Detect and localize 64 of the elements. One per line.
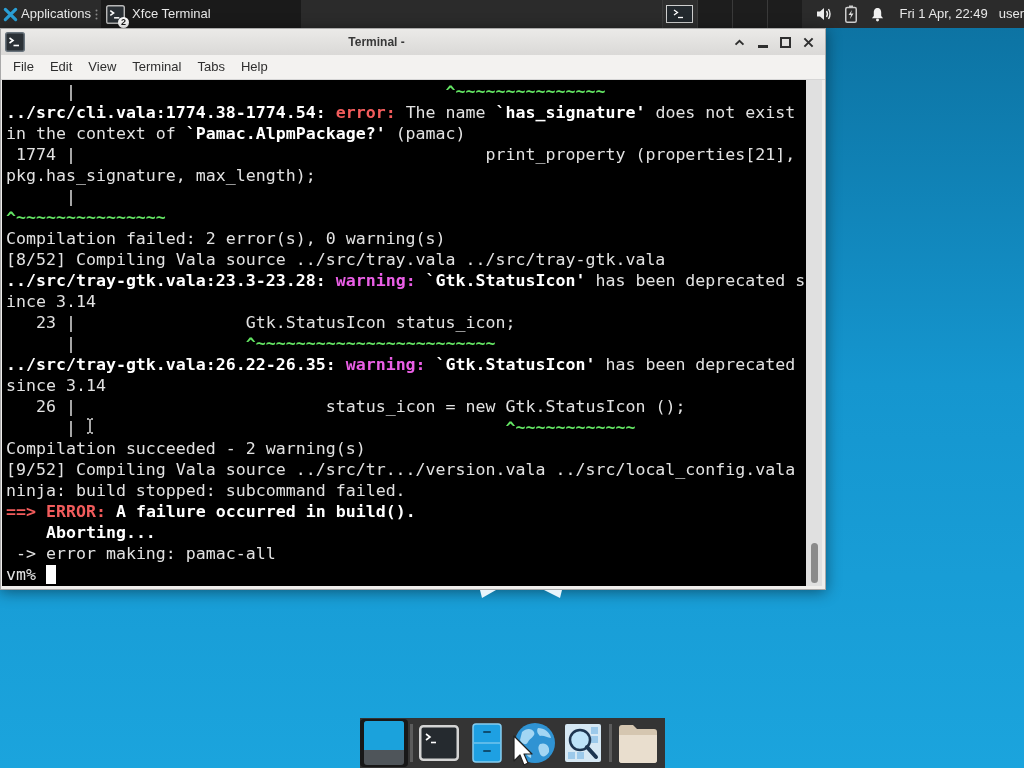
terminal-icon	[5, 32, 25, 52]
terminal-text: -> error making: pamac-all	[16, 544, 276, 563]
terminal-text: |	[65, 82, 76, 101]
terminal-text: [8/52] Compiling Vala source ../src/tray.vala ../src/tray-gtk.vala	[6, 250, 666, 269]
menu-item[interactable]: File	[5, 55, 42, 79]
menu-item[interactable]: Edit	[41, 55, 81, 79]
chevron-up-icon	[734, 38, 745, 46]
terminal-text: ../src/cli.vala:1774.38-1774.54: error: The name `has_signature' does not exist	[6, 103, 796, 122]
minimize-icon	[757, 45, 768, 48]
folder-icon	[617, 722, 659, 764]
menu-item[interactable]: Help	[232, 55, 276, 79]
window-count-badge: 2	[118, 16, 130, 28]
maximize-icon	[780, 36, 791, 48]
terminal-text: ==> ERROR: A failure occurred in build().	[6, 502, 416, 521]
clock[interactable]: Fri 1 Apr, 22:49	[899, 4, 988, 24]
applications-menu[interactable]: Applications	[0, 0, 94, 28]
window-title: Terminal -	[347, 34, 406, 51]
mouse-pointer-icon	[513, 735, 533, 767]
cross-logo-icon	[3, 6, 18, 22]
terminal-text: since 3.14	[6, 376, 106, 395]
scrollbar[interactable]	[806, 80, 822, 586]
terminal-text: Compilation succeeded - 2 warning(s)	[6, 439, 366, 458]
terminal-text: |	[65, 187, 76, 206]
terminal-text: Gtk.StatusIcon status_icon;	[245, 313, 516, 332]
terminal-text: 23 |	[36, 313, 76, 332]
terminal-text: [9/52] Compiling Vala source ../src/tr.../version.vala ../src/local_config.vala	[6, 460, 796, 479]
terminal-text: 26 |	[36, 397, 76, 416]
terminal-text: ^~~~~~~~~~~~~	[505, 418, 636, 437]
show-desktop-button[interactable]	[360, 719, 408, 767]
terminal-text: ../src/tray-gtk.vala:23.3-23.28: warning: `Gtk.StatusIcon' has been deprecated s	[6, 271, 806, 290]
scrollbar-thumb[interactable]	[810, 543, 818, 583]
terminal-text: ^~~~~~~~~~~~~~~~	[445, 82, 606, 101]
terminal-text: pkg.has_signature, max_length);	[6, 166, 316, 185]
taskbar-button[interactable]: 2 Xfce Terminal	[101, 0, 302, 28]
terminal-text: 1774 |	[16, 145, 76, 164]
text-cursor-icon	[86, 418, 94, 434]
terminal-text: print_property (properties[21],	[485, 145, 796, 164]
desktop-preview-icon	[364, 721, 404, 765]
terminal-text: ince 3.14	[6, 292, 96, 311]
terminal-text: ^~~~~~~~~~~~~~~~	[6, 208, 166, 227]
terminal-text: in the context of `Pamac.AlpmPackage?' (pamac)	[6, 124, 466, 143]
terminal-text: ../src/tray-gtk.vala:26.22-26.35: warning: `Gtk.StatusIcon' has been deprecated	[6, 355, 796, 374]
terminal-icon	[419, 725, 459, 761]
terminal-text: status_icon = new Gtk.StatusIcon ();	[325, 397, 686, 416]
terminal-text: |	[65, 334, 76, 353]
user-name[interactable]: user	[998, 4, 1024, 24]
shell-prompt: vm%	[6, 564, 36, 585]
magnifier-icon	[565, 724, 601, 762]
menu-item[interactable]: View	[80, 55, 125, 79]
menu-item[interactable]: Terminal	[124, 55, 190, 79]
terminal-text: ^~~~~~~~~~~~~~~~~~~~~~~~~	[245, 334, 496, 353]
file-cabinet-icon	[472, 723, 502, 763]
drag-handle-icon	[95, 8, 99, 20]
terminal-text: |	[65, 418, 76, 437]
close-icon	[803, 36, 814, 48]
battery-charging-icon[interactable]	[844, 5, 857, 23]
terminal-text: Aborting...	[45, 523, 156, 542]
volume-icon[interactable]	[815, 6, 832, 22]
terminal-icon	[106, 4, 126, 24]
window-thumbnail-icon	[666, 5, 694, 23]
menu-item[interactable]: Tabs	[189, 55, 233, 79]
bell-icon[interactable]	[870, 6, 884, 22]
terminal-text: Compilation failed: 2 error(s), 0 warning(s)	[6, 229, 446, 248]
terminal-text: ninja: build stopped: subcommand failed.	[6, 481, 406, 500]
